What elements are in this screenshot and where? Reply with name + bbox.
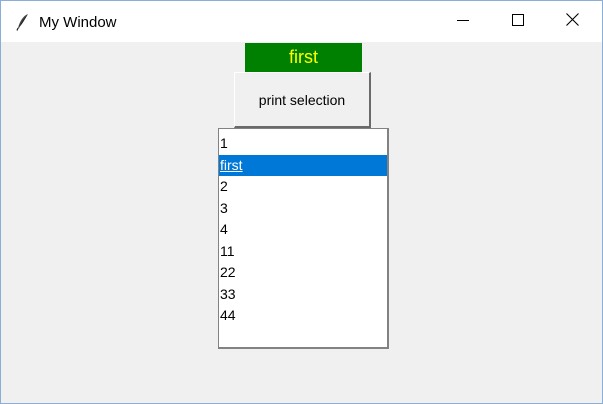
list-item[interactable]: 22	[219, 262, 387, 284]
list-item[interactable]: 33	[219, 284, 387, 306]
minimize-button[interactable]	[435, 1, 490, 42]
list-item[interactable]: 3	[219, 198, 387, 220]
list-item-label: 44	[220, 307, 236, 323]
app-window: My Window first print selection 1 first 2 3…	[0, 0, 603, 404]
selection-label: first	[245, 43, 362, 72]
list-item-label: 3	[220, 199, 228, 216]
list-item-label: 4	[220, 221, 228, 237]
list-item-label: 22	[220, 264, 236, 280]
close-icon	[566, 12, 579, 31]
window-client-area: first print selection 1 first 2 3 4 11 22 33 44	[1, 42, 602, 403]
feather-icon	[15, 13, 31, 31]
close-button[interactable]	[545, 1, 600, 42]
title-bar[interactable]: My Window	[1, 1, 602, 42]
list-item[interactable]: 11	[219, 241, 387, 263]
list-item[interactable]: 4	[219, 219, 387, 241]
list-item-label: 11	[220, 242, 235, 259]
maximize-button[interactable]	[490, 1, 545, 42]
minimize-icon	[456, 13, 469, 31]
list-item[interactable]: 1	[219, 133, 387, 155]
list-item-label: 33	[220, 285, 236, 302]
list-item-label: first	[220, 156, 243, 173]
list-item-label: 2	[220, 178, 228, 194]
list-item[interactable]: first	[219, 154, 387, 176]
list-item[interactable]: 44	[219, 305, 387, 327]
listbox[interactable]: 1 first 2 3 4 11 22 33 44	[218, 128, 389, 349]
window-title: My Window	[39, 14, 117, 31]
print-selection-button[interactable]: print selection	[234, 72, 371, 128]
list-item-label: 1	[220, 135, 228, 151]
maximize-icon	[511, 13, 524, 31]
list-item[interactable]: 2	[219, 176, 387, 198]
